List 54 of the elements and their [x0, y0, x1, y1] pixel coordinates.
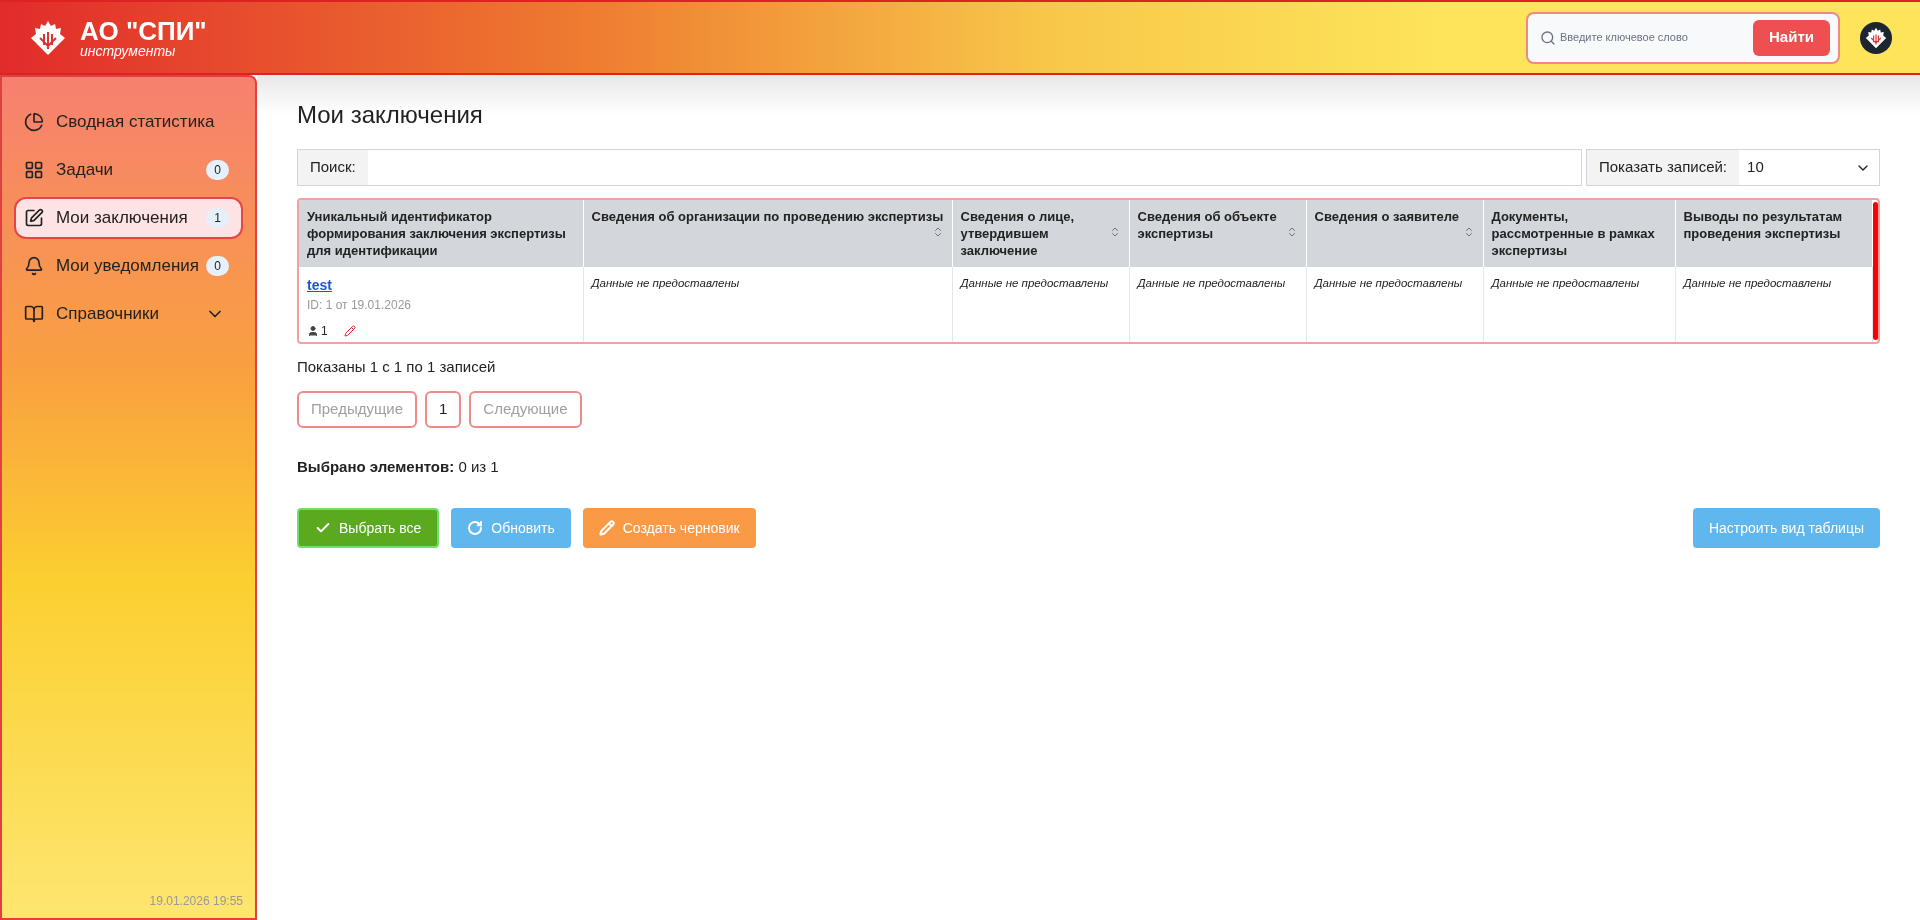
column-header[interactable]: Сведения о заявителе	[1306, 200, 1483, 267]
table-cell: Данные не предоставлены	[1306, 267, 1483, 342]
table-search-field[interactable]: Поиск:	[297, 149, 1582, 186]
column-header[interactable]: Сведения об организации по проведению экспертизы	[583, 200, 952, 267]
user-icon	[307, 325, 319, 337]
profile-avatar	[1860, 21, 1892, 54]
sidebar-item[interactable]: Справочники	[14, 293, 243, 335]
edit-icon	[24, 208, 44, 228]
grid-icon	[24, 160, 44, 180]
page-size-value: 10	[1746, 157, 1765, 178]
column-header[interactable]: Сведения об объекте экспертизы	[1129, 200, 1306, 267]
sidebar-label: Справочники	[56, 303, 160, 326]
column-header[interactable]: Уникальный идентификатор формирования заключения экспертизы для идентификации	[299, 200, 583, 267]
sidebar-label: Сводная статистика	[56, 111, 216, 134]
table-cell: Данные не предоставлены	[583, 267, 952, 342]
brand-subtitle: инструменты	[80, 43, 177, 58]
record-meta: ID: 1 от 19.01.2026	[307, 297, 411, 314]
search-icon	[1540, 29, 1556, 46]
page-size-label: Показать записей:	[1587, 150, 1740, 185]
page-title: Мои заключения	[297, 100, 484, 130]
search-label: Поиск:	[298, 150, 368, 185]
page-size-select[interactable]: Показать записей: 10	[1586, 149, 1880, 186]
refresh-icon	[467, 520, 484, 536]
column-header[interactable]: Документы, рассмотренные в рамках экспертизы	[1483, 200, 1675, 267]
record-link[interactable]: test	[307, 275, 332, 296]
table-cell: Данные не предоставлены	[952, 267, 1129, 342]
count-badge: 1	[206, 208, 229, 228]
count-badge: 0	[206, 160, 229, 180]
sidebar-item[interactable]: Сводная статистика	[14, 101, 243, 143]
pencil-icon	[598, 520, 615, 536]
sidebar-label: Мои уведомления	[56, 255, 200, 278]
search-field[interactable]: Введите ключевое слово	[1560, 29, 1754, 46]
timestamp: 19.01.2026 19:55	[149, 893, 243, 910]
brand-name: АО "СПИ"	[80, 17, 207, 44]
table-cell: Данные не предоставлены	[1483, 267, 1675, 342]
sidebar-item[interactable]: Задачи 0	[14, 149, 243, 191]
sidebar-item[interactable]: Мои уведомления 0	[14, 245, 243, 287]
pie-chart-icon	[24, 112, 44, 132]
pencil-icon[interactable]	[343, 325, 356, 337]
table-cell: Данные не предоставлены	[1675, 267, 1872, 342]
sidebar-label: Задачи	[56, 159, 115, 182]
sidebar-label: Мои заключения	[56, 207, 189, 230]
table-info: Показаны 1 с 1 по 1 записей	[297, 357, 497, 377]
column-header[interactable]: Выводы по результатам проведения экспертизы	[1675, 200, 1872, 267]
sidebar-item[interactable]: Мои заключения 1	[14, 197, 243, 239]
user-count: 1	[321, 323, 328, 340]
selection-count: Выбрано элементов: 0 из 1	[297, 456, 500, 477]
column-header[interactable]: Сведения о лице, утвердившем заключение	[952, 200, 1129, 267]
bell-icon	[24, 256, 44, 276]
search-button[interactable]: Найти	[1753, 19, 1830, 56]
count-badge: 0	[206, 256, 229, 276]
pagination-button[interactable]: 1	[425, 390, 462, 428]
table-cell: Данные не предоставлены	[1129, 267, 1306, 342]
book-icon	[24, 304, 44, 324]
